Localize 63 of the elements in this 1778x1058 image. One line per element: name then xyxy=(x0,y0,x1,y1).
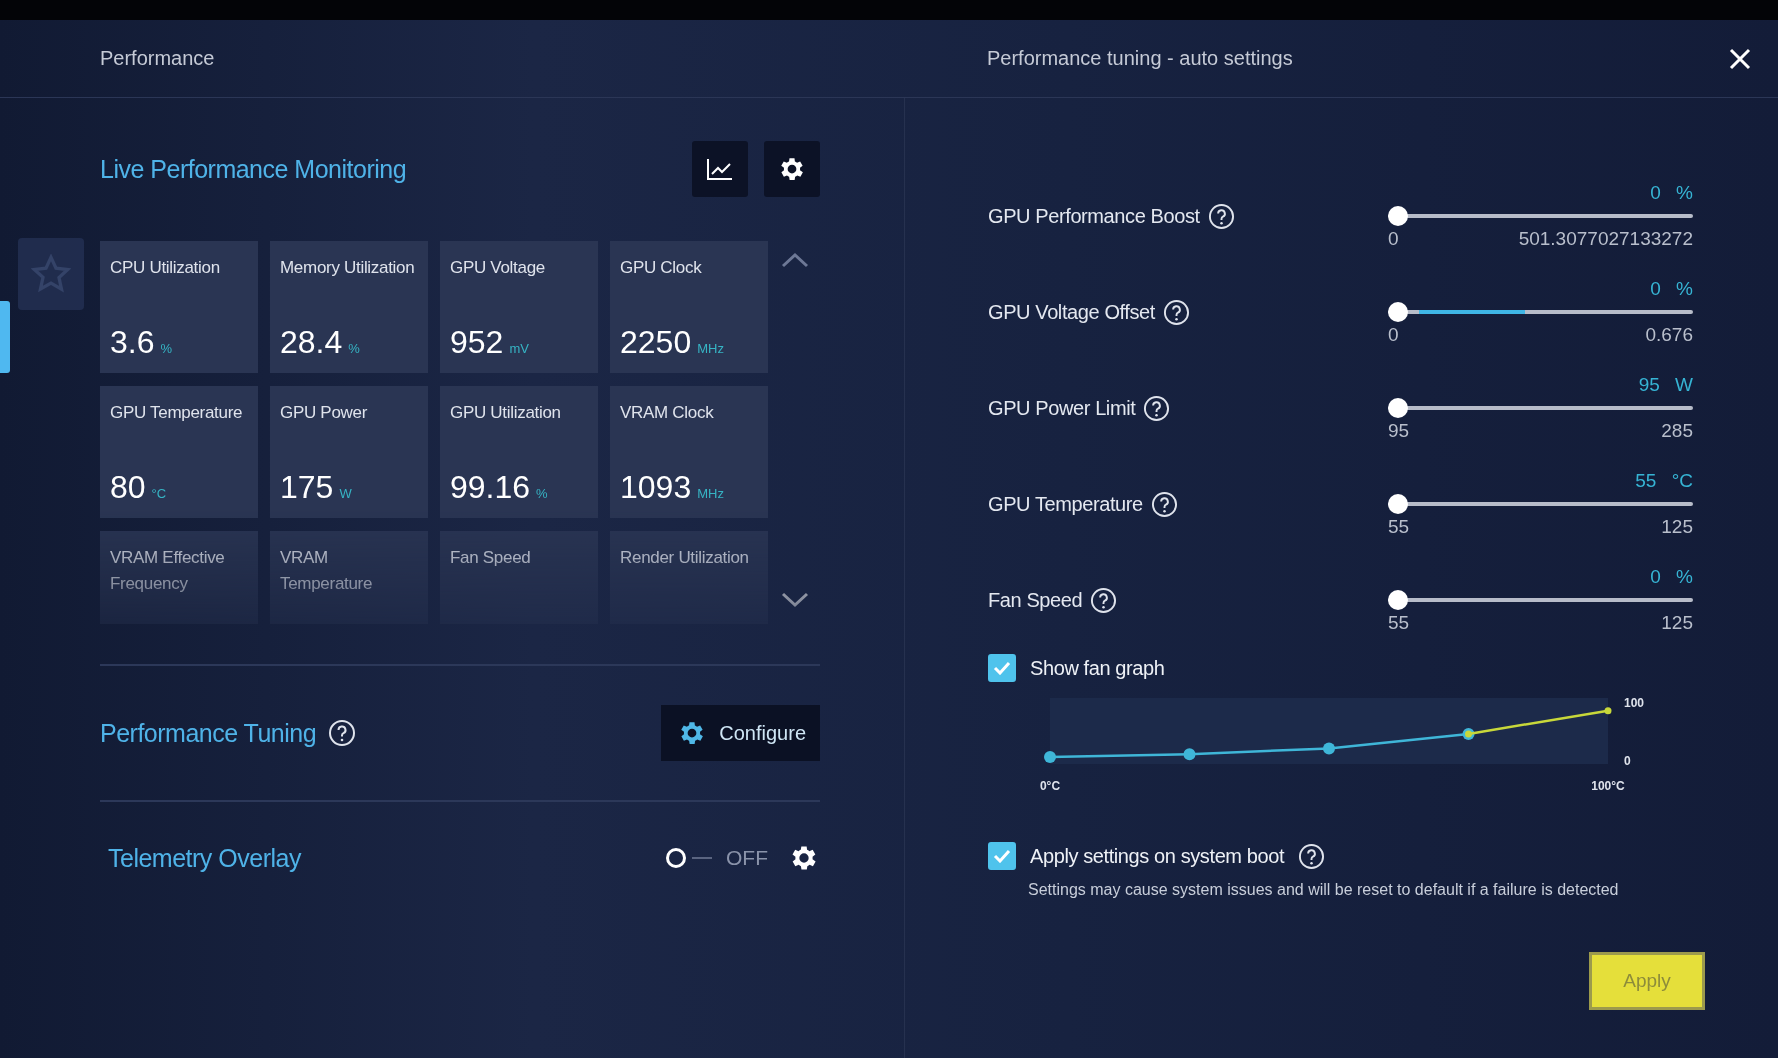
slider-value: 0 % xyxy=(1650,182,1693,204)
tile-label: Memory Utilization xyxy=(280,257,416,279)
tile-unit: °C xyxy=(151,486,167,501)
slider-max: 0.676 xyxy=(1645,324,1693,346)
tile-value: 175 xyxy=(280,469,334,506)
slider-min: 0 xyxy=(1388,324,1399,346)
tile-value: 2250 xyxy=(620,324,692,361)
section-title: Telemetry Overlay xyxy=(108,843,301,873)
tile-label: VRAM Effective Frequency xyxy=(110,547,226,595)
tile-value: 80 xyxy=(110,469,146,506)
checkbox-label: Apply settings on system boot xyxy=(1030,844,1285,868)
tile-unit: W xyxy=(339,486,352,501)
slider-label: Fan Speed xyxy=(988,588,1083,612)
tile-label: CPU Utilization xyxy=(110,257,221,279)
slider-min: 0 xyxy=(1388,228,1399,250)
tile-label: GPU Clock xyxy=(620,257,703,279)
tile-value: 3.6 xyxy=(110,324,155,361)
slider-max: 501.3077027133272 xyxy=(1518,228,1693,250)
tile-unit: MHz xyxy=(697,486,724,501)
axis-label: 0 xyxy=(1624,754,1631,768)
checkbox-label: Show fan graph xyxy=(1030,656,1165,680)
slider-value: 95 W xyxy=(1638,374,1693,396)
axis-label: 0°C xyxy=(1039,779,1061,793)
tile-label: GPU Utilization xyxy=(450,402,562,424)
slider-max: 125 xyxy=(1661,612,1693,634)
slider-label: GPU Performance Boost xyxy=(988,204,1200,228)
tile-value: 99.16 xyxy=(450,469,531,506)
window-title: Performance xyxy=(100,47,215,69)
tile-label: GPU Power xyxy=(280,402,369,424)
slider-value: 0 % xyxy=(1650,278,1693,300)
tile-unit: % xyxy=(536,486,548,501)
tile-label: VRAM Clock xyxy=(620,402,715,424)
tile-label: Fan Speed xyxy=(450,547,532,569)
apply-button[interactable]: Apply xyxy=(1589,952,1705,1010)
configure-button[interactable]: Configure xyxy=(661,705,820,761)
tile-label: GPU Voltage xyxy=(450,257,546,279)
slider-min: 55 xyxy=(1388,516,1410,538)
tile-value: 1093 xyxy=(620,469,692,506)
section-title: Performance Tuning xyxy=(100,718,317,748)
slider-label: GPU Temperature xyxy=(988,492,1143,516)
tile-label: GPU Temperature xyxy=(110,402,244,424)
tile-unit: mV xyxy=(509,341,529,356)
tile-value: 28.4 xyxy=(280,324,343,361)
axis-label: 100°C xyxy=(1591,779,1625,793)
slider-min: 55 xyxy=(1388,612,1410,634)
slider-label: GPU Power Limit xyxy=(988,396,1136,420)
tile-label: VRAM Temperature xyxy=(280,547,374,595)
axis-label: 100 xyxy=(1624,696,1645,710)
slider-value: 0 % xyxy=(1650,566,1693,588)
toggle-switch[interactable]: OFF xyxy=(666,846,768,870)
slider-value: 55 °C xyxy=(1635,470,1693,492)
slider-label: GPU Voltage Offset xyxy=(988,300,1155,324)
tile-unit: % xyxy=(348,341,360,356)
slider-min: 95 xyxy=(1388,420,1410,442)
tile-unit: % xyxy=(160,341,173,356)
panel-title: Performance tuning - auto settings xyxy=(987,47,1293,70)
warning-note: Settings may cause system issues and will be reset to default if a failure is detected xyxy=(1028,880,1620,900)
tile-label: Render Utilization xyxy=(620,547,750,569)
tile-unit: MHz xyxy=(697,341,724,356)
slider-max: 285 xyxy=(1661,420,1693,442)
tile-value: 952 xyxy=(450,324,504,361)
slider-max: 125 xyxy=(1661,516,1693,538)
section-title: Live Performance Monitoring xyxy=(100,154,407,184)
